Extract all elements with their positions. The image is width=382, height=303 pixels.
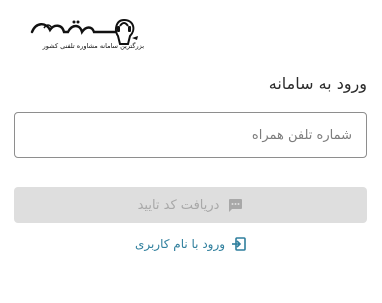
login-page: بزرگترین سامانه مشاوره تلفنی کشور ورود ب… — [0, 0, 382, 303]
phone-number-input[interactable] — [14, 112, 367, 158]
logo-tagline: بزرگترین سامانه مشاوره تلفنی کشور — [42, 42, 144, 50]
brand-logo[interactable]: بزرگترین سامانه مشاوره تلفنی کشور — [24, 14, 144, 54]
chat-icon — [227, 197, 243, 213]
get-verification-code-button[interactable]: دریافت کد تایید — [14, 187, 367, 223]
login-arrow-icon — [231, 236, 247, 252]
verify-button-label: دریافت کد تایید — [137, 197, 220, 213]
login-with-username-link[interactable]: ورود با نام کاربری — [0, 236, 382, 252]
page-title: ورود به سامانه — [268, 74, 367, 93]
username-link-label: ورود با نام کاربری — [134, 237, 226, 251]
